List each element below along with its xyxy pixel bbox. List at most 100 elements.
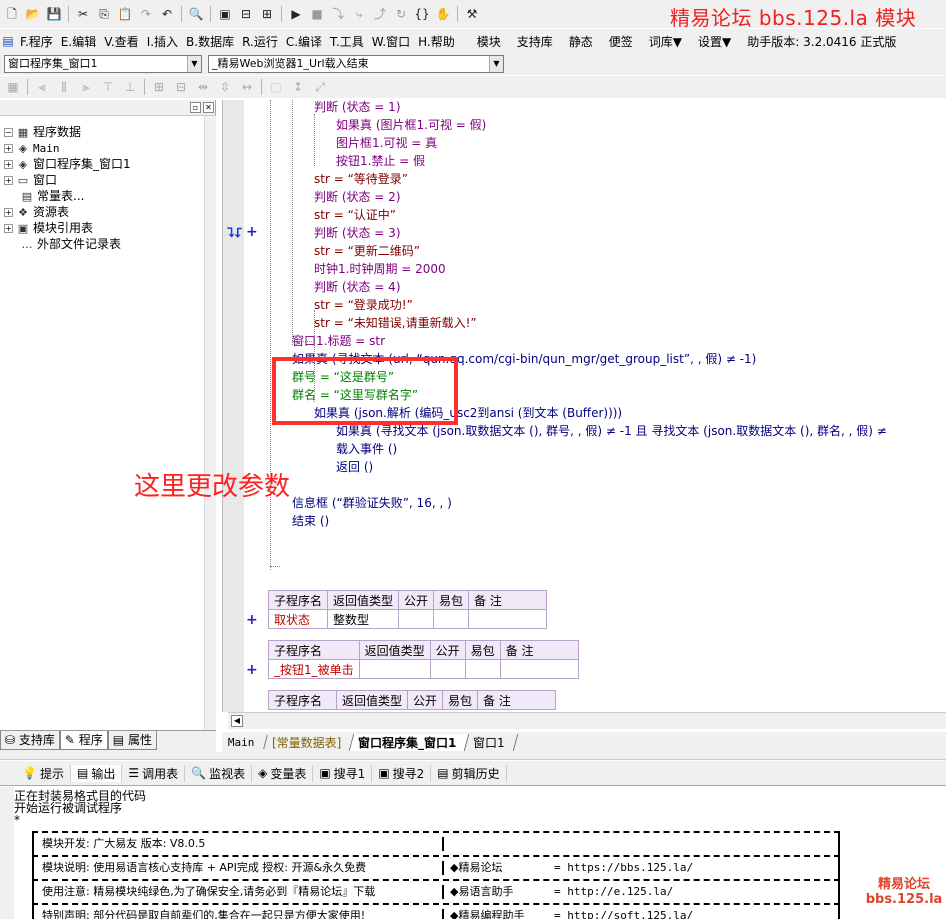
close-icon[interactable]: ✕	[203, 102, 214, 113]
tab-window1[interactable]: 窗口1	[464, 733, 519, 751]
step-over-icon[interactable]: ↻	[393, 6, 409, 22]
package-cell[interactable]	[433, 609, 470, 629]
align-right-icon[interactable]: ⫸	[78, 79, 94, 95]
collapse-icon[interactable]: −	[4, 128, 13, 137]
pin-icon[interactable]: ▫	[190, 102, 201, 113]
save-icon[interactable]: 💾	[46, 6, 62, 22]
redo-icon[interactable]: ↷	[138, 6, 154, 22]
compile-icon[interactable]: ⚒	[464, 6, 480, 22]
menu-help[interactable]: H.帮助	[414, 33, 459, 50]
tab-constants[interactable]: [常量数据表]	[263, 733, 355, 751]
tree-item-window[interactable]: + ▭ 窗口	[4, 172, 57, 188]
tab-call-stack[interactable]: ☰ 调用表	[122, 764, 186, 782]
code-line[interactable]: 时钟1.时钟周期 = 2000	[314, 260, 446, 278]
align-left-icon[interactable]: ⫷	[34, 79, 50, 95]
code-line[interactable]: 载入事件 ()	[336, 440, 397, 458]
menu-insert[interactable]: I.插入	[143, 33, 182, 50]
new-file-icon[interactable]: 🗋	[4, 6, 20, 22]
space-h-icon[interactable]: ⇹	[195, 79, 211, 95]
paste-icon[interactable]: 📋	[117, 6, 133, 22]
menu-module[interactable]: 模块	[473, 33, 505, 50]
code-line[interactable]: 如果真 (图片框1.可视 = 假)	[336, 116, 486, 134]
align-bottom-icon[interactable]: ⊥	[122, 79, 138, 95]
expand-icon[interactable]: +	[246, 662, 258, 678]
pane-splitter[interactable]	[0, 752, 946, 760]
chevron-down-icon[interactable]: ▼	[489, 56, 503, 72]
menu-support-lib[interactable]: 支持库	[513, 33, 557, 50]
expand-icon[interactable]: +	[4, 144, 13, 153]
braces-icon[interactable]: {}	[414, 6, 430, 22]
menu-run[interactable]: R.运行	[238, 33, 282, 50]
expand-icon[interactable]: +	[246, 612, 258, 628]
tab-main[interactable]: Main	[220, 735, 268, 749]
space-v-icon[interactable]: ⇳	[217, 79, 233, 95]
same-size-icon[interactable]: ⬚	[268, 79, 284, 95]
tree-item-window-set[interactable]: + ◈ 窗口程序集_窗口1	[4, 156, 131, 172]
menu-compile[interactable]: C.编译	[282, 33, 326, 50]
tree-item-module-refs[interactable]: + ▣ 模块引用表	[4, 220, 93, 236]
tab-search1[interactable]: ▣ 搜寻1	[313, 764, 373, 782]
tree-scrollbar[interactable]	[204, 116, 216, 730]
note-cell[interactable]	[499, 659, 579, 679]
program-set-select[interactable]: 窗口程序集_窗口1 ▼	[4, 55, 202, 73]
tab-properties[interactable]: ▤ 属性	[107, 731, 157, 750]
code-line[interactable]: 按钮1.禁止 = 假	[336, 152, 425, 170]
menu-program[interactable]: F.程序	[16, 33, 57, 50]
align-top-icon[interactable]: ⊤	[100, 79, 116, 95]
layout1-icon[interactable]: ▣	[217, 6, 233, 22]
resize-icon[interactable]: ⤢	[312, 79, 328, 95]
tab-variables[interactable]: ◈ 变量表	[252, 764, 314, 782]
center-h-icon[interactable]: ⊞	[151, 79, 167, 95]
subroutine-name[interactable]: _按钮1_被单击	[268, 659, 360, 679]
find-icon[interactable]: 🔍	[188, 6, 204, 22]
tab-support-lib[interactable]: ⛁ 支持库	[0, 731, 60, 750]
tab-window-set[interactable]: 窗口程序集_窗口1	[349, 733, 470, 751]
code-line[interactable]: str = “等待登录”	[314, 170, 408, 188]
expand-icon[interactable]: +	[4, 176, 13, 185]
hand-icon[interactable]: ✋	[435, 6, 451, 22]
tree-item-resources[interactable]: + ❖ 资源表	[4, 204, 69, 220]
public-cell[interactable]	[398, 609, 435, 629]
flow-marker-icon[interactable]: ⮧⮦	[227, 226, 242, 241]
stop-icon[interactable]: ■	[309, 6, 325, 22]
code-line[interactable]: 判断 (状态 = 2)	[314, 188, 401, 206]
return-type[interactable]: 整数型	[327, 609, 400, 629]
cut-icon[interactable]: ✂	[75, 6, 91, 22]
code-line[interactable]: 判断 (状态 = 4)	[314, 278, 401, 296]
expand-icon[interactable]: +	[4, 224, 13, 233]
open-folder-icon[interactable]: 📂	[25, 6, 41, 22]
code-line[interactable]: 判断 (状态 = 3)	[314, 224, 401, 242]
code-line[interactable]: 判断 (状态 = 1)	[314, 100, 401, 116]
undo-icon[interactable]: ↶	[159, 6, 175, 22]
copy-icon[interactable]: ⎘	[96, 6, 112, 22]
code-line[interactable]: 窗口1.标题 = str	[292, 332, 385, 350]
menu-view[interactable]: V.查看	[100, 33, 142, 50]
center-v-icon[interactable]: ⊟	[173, 79, 189, 95]
code-line[interactable]: 结束 ()	[292, 512, 329, 530]
tab-program[interactable]: ✎ 程序	[59, 731, 108, 750]
step-icon[interactable]: ⤵	[330, 6, 346, 22]
menu-window[interactable]: W.窗口	[368, 33, 414, 50]
expand-icon[interactable]: +	[246, 224, 258, 240]
tab-clip-history[interactable]: ▤ 剪辑历史	[431, 764, 507, 782]
menu-tools[interactable]: T.工具	[326, 33, 368, 50]
code-line[interactable]: str = “更新二维码”	[314, 242, 420, 260]
menu-static[interactable]: 静态	[565, 33, 597, 50]
code-line[interactable]: str = “登录成功!”	[314, 296, 413, 314]
editor-hscrollbar[interactable]: ◀	[228, 712, 946, 729]
code-line[interactable]: str = “未知错误,请重新载入!”	[314, 314, 477, 332]
code-line[interactable]: str = “认证中”	[314, 206, 396, 224]
step-into-icon[interactable]: ⤷	[351, 6, 367, 22]
grid-icon[interactable]: ▦	[5, 79, 21, 95]
expand-icon[interactable]: +	[4, 208, 13, 217]
tab-search2[interactable]: ▣ 搜寻2	[372, 764, 432, 782]
subroutine-name[interactable]: 取状态	[267, 609, 329, 629]
output-panel[interactable]: 正在封装易格式目的代码 开始运行被调试程序 * 模块开发: 广大易友 版本: V…	[0, 787, 946, 919]
layout3-icon[interactable]: ⊞	[259, 6, 275, 22]
tree-item-external-files[interactable]: … 外部文件记录表	[20, 236, 122, 252]
tree-item-constants[interactable]: ▤ 常量表...	[20, 188, 85, 204]
same-width-icon[interactable]: ↔	[239, 79, 255, 95]
public-cell[interactable]	[429, 659, 466, 679]
expand-icon[interactable]: +	[4, 160, 13, 169]
scroll-left-icon[interactable]: ◀	[231, 715, 243, 727]
